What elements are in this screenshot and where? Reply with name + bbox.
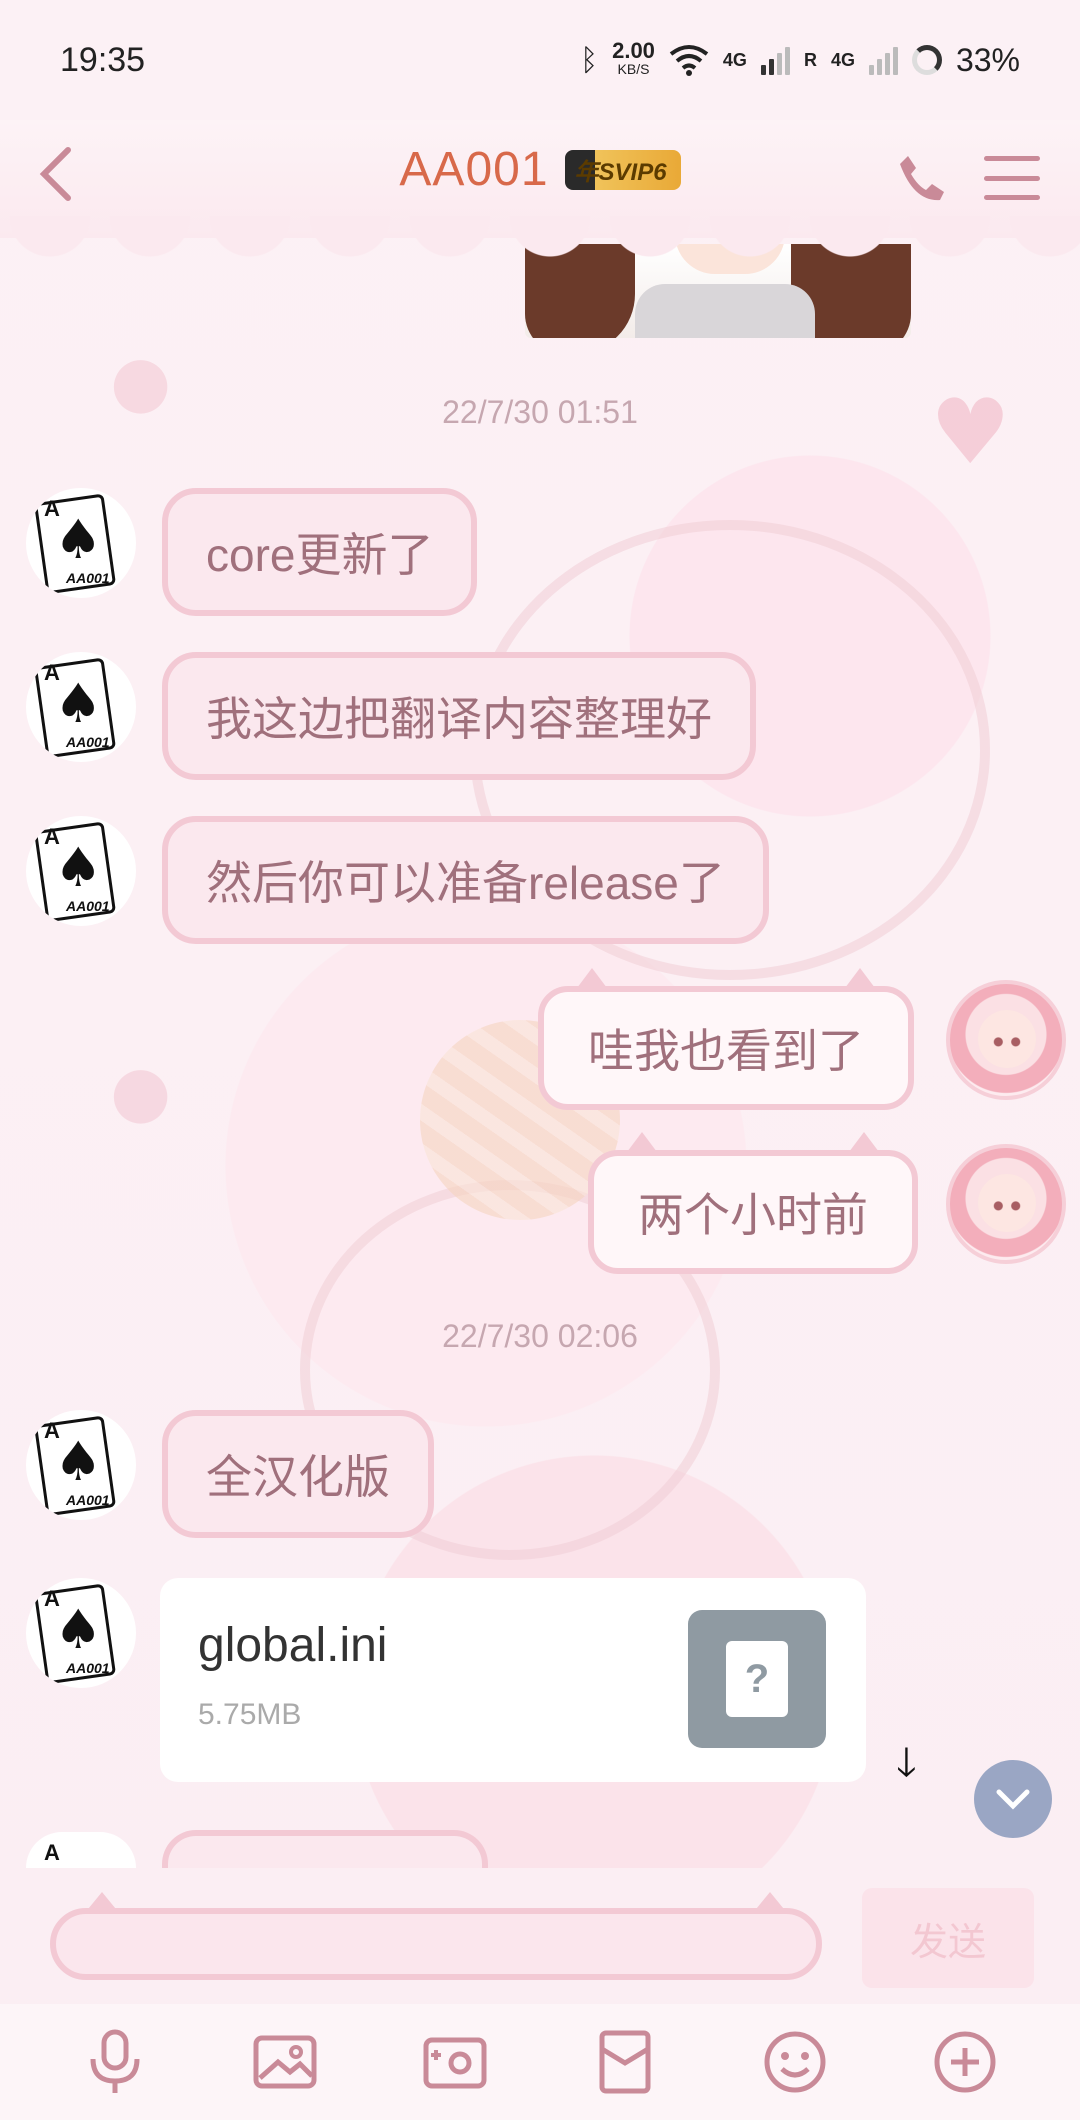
signal-icon — [868, 45, 898, 75]
avatar[interactable]: A ♠ AA001 — [26, 652, 136, 762]
svip-badge: 年SVIP6 — [564, 149, 681, 190]
phone-icon[interactable] — [894, 150, 950, 206]
wifi-icon — [669, 45, 709, 76]
signal-icon — [760, 45, 790, 75]
battery-level: 33% — [955, 41, 1020, 78]
chat-header: AA001 年SVIP6 — [0, 120, 1080, 260]
battery-icon — [911, 45, 942, 75]
emoji-icon[interactable] — [755, 2022, 835, 2102]
image-icon[interactable] — [245, 2022, 325, 2102]
avatar[interactable] — [946, 980, 1066, 1100]
message-bubble[interactable]: 哇我也看到了 — [538, 968, 914, 1110]
microphone-icon[interactable] — [75, 2022, 155, 2102]
timestamp: 22/7/30 01:51 — [442, 394, 638, 430]
message-bubble[interactable]: 我这边把翻译内容整理好 — [162, 652, 756, 780]
message-bubble[interactable]: 全汉化版 — [162, 1410, 434, 1538]
camera-icon[interactable] — [415, 2022, 495, 2102]
net-type-2: 4G — [830, 50, 855, 70]
roaming-indicator: R — [803, 50, 817, 70]
menu-icon[interactable] — [984, 150, 1040, 206]
plus-circle-icon[interactable] — [925, 2022, 1005, 2102]
status-bar: 19:35 ᛒ 2.00 KB/S 4G R 4G 33% — [0, 0, 1080, 120]
input-area: 发送 — [0, 1868, 1080, 2004]
avatar[interactable] — [946, 1144, 1066, 1264]
chat-title[interactable]: AA001 — [399, 142, 548, 197]
message-list[interactable]: 22/7/30 01:51 A ♠ AA001 core更新了 A ♠ AA001 我这… — [0, 238, 1080, 1868]
message-bubble[interactable]: core更新了 — [162, 488, 478, 616]
message-bubble[interactable]: 两个小时前 — [588, 1132, 918, 1274]
net-type-1: 4G — [722, 50, 747, 70]
net-speed: 2.00 KB/S — [612, 38, 655, 78]
status-time: 19:35 — [60, 40, 146, 79]
red-packet-icon[interactable] — [585, 2022, 665, 2102]
status-icons: ᛒ 2.00 KB/S 4G R 4G 33% — [580, 38, 1020, 79]
chat-toolbar — [0, 2004, 1080, 2120]
send-button[interactable]: 发送 — [862, 1888, 1034, 1988]
message-input[interactable] — [50, 1892, 822, 1980]
net-speed-value: 2.00 — [612, 38, 655, 63]
avatar[interactable]: A ♠ AA001 — [26, 1410, 136, 1520]
message-bubble[interactable]: 然后你可以准备release了 — [162, 816, 769, 944]
avatar[interactable]: A ♠ AA001 — [26, 1578, 136, 1688]
net-speed-unit: KB/S — [617, 61, 650, 77]
avatar[interactable]: A ♠ AA001 — [26, 488, 136, 598]
timestamp: 22/7/30 02:06 — [442, 1318, 638, 1354]
avatar[interactable]: A ♠ AA001 — [26, 816, 136, 926]
bluetooth-icon: ᛒ — [580, 42, 599, 78]
